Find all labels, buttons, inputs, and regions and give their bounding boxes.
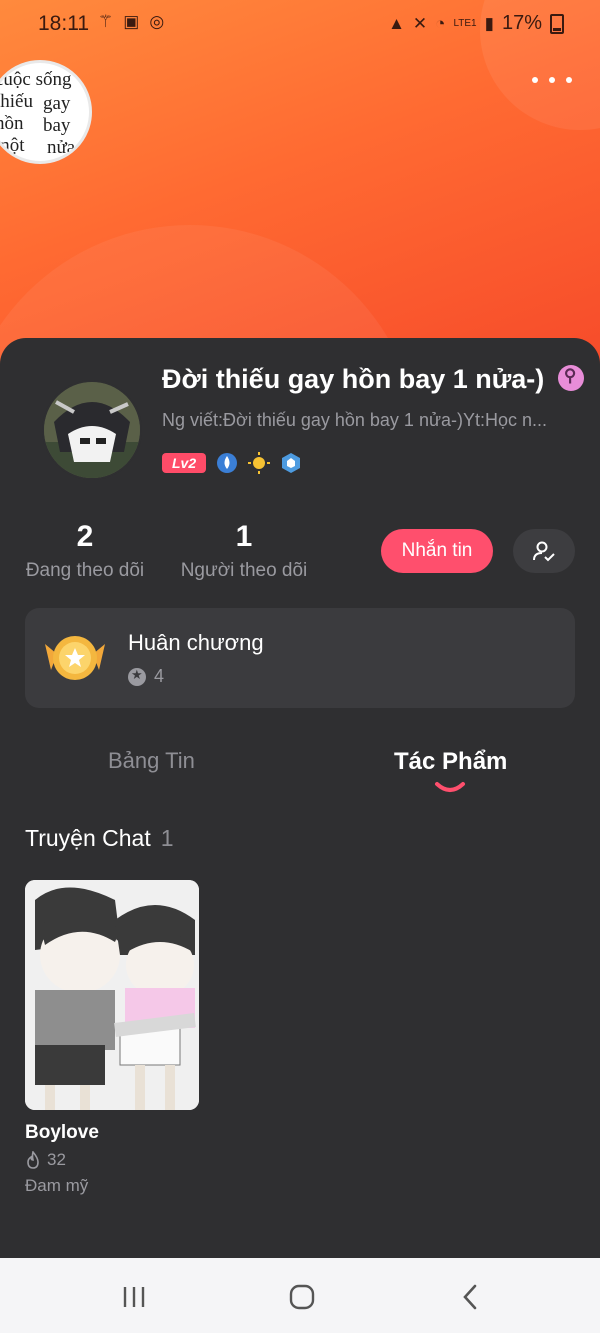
shield-badge-icon[interactable] [280, 452, 302, 474]
recent-apps-icon [123, 1287, 145, 1307]
profile-cover [0, 0, 600, 380]
story-views: 32 [47, 1150, 66, 1169]
story-card[interactable]: Boylove 32 Đam mỹ [25, 880, 199, 1196]
sticker-text: cuộc sống [0, 69, 72, 90]
lock-icon: ▲ [388, 13, 405, 33]
square-app-icon: ▣ [123, 12, 140, 31]
level-badge[interactable]: Lv2 [162, 453, 207, 473]
wifi-icon: ◔ [435, 13, 446, 33]
medals-count: 4 [154, 666, 165, 686]
badge-row: Lv2 [162, 452, 302, 474]
mute-icon: ✕ [412, 13, 428, 33]
following-label: Đang theo dõi [25, 560, 145, 581]
home-icon [289, 1284, 315, 1310]
network-label: LTE1 [453, 18, 477, 29]
message-button[interactable]: Nhắn tin [381, 529, 493, 573]
back-chevron-icon [463, 1284, 477, 1310]
water-drop-badge-icon[interactable] [216, 452, 238, 474]
story-cover-image[interactable] [25, 880, 199, 1110]
sticker-text: bay [43, 115, 71, 136]
medals-title: Huân chương [128, 630, 264, 655]
profile-bio[interactable]: Ng viết:Đời thiếu gay hồn bay 1 nửa-)Yt:… [162, 410, 572, 431]
status-bar: 18:11 ⚚ ▣ ◎ ▲ ✕ ◔ LTE1 ▮ 17% [0, 0, 600, 48]
section-count: 1 [160, 825, 174, 851]
sticker-text: một [0, 135, 25, 156]
section-title: Truyện Chat [25, 825, 151, 851]
magic-wand-icon: ⚚ [98, 12, 114, 31]
story-genre: Đam mỹ [25, 1176, 89, 1195]
followers-label: Người theo dõi [180, 560, 308, 581]
more-options-button[interactable] [532, 68, 572, 92]
flame-icon [27, 1151, 39, 1169]
profile-name-row: Đời thiếu gay hồn bay 1 nửa-) [162, 364, 584, 395]
status-time: 18:11 [38, 12, 89, 35]
following-count: 2 [76, 520, 94, 553]
signal-icon: ▮ [484, 13, 494, 33]
avatar[interactable] [42, 380, 142, 480]
medals-count-row: 4 [128, 666, 164, 687]
tab-works[interactable]: Tác Phẩm [394, 748, 507, 776]
search-badge-icon[interactable] [557, 364, 584, 391]
dot [532, 77, 538, 83]
sticker-text: nửa [47, 137, 76, 158]
story-views-row: 32 [25, 1150, 199, 1170]
back-button[interactable] [450, 1280, 490, 1314]
followers-stat[interactable]: 1 Người theo dõi [180, 520, 308, 582]
user-check-icon [533, 541, 555, 562]
follow-user-button[interactable] [513, 529, 575, 573]
tab-news[interactable]: Bảng Tin [108, 748, 195, 774]
sticker-text: gay [43, 93, 71, 114]
home-button[interactable] [282, 1280, 322, 1314]
sticker-text: hồn [0, 113, 24, 134]
recent-apps-button[interactable] [114, 1280, 154, 1314]
sun-badge-icon[interactable] [248, 452, 271, 474]
battery-percent: 17% [501, 12, 542, 34]
star-icon [128, 667, 146, 686]
story-title: Boylove [25, 1122, 99, 1143]
battery-icon [550, 13, 564, 34]
dot [549, 77, 555, 83]
medals-card[interactable]: Huân chương 4 [25, 608, 575, 708]
profile-name: Đời thiếu gay hồn bay 1 nửa-) [162, 364, 545, 394]
medal-icon [45, 636, 105, 680]
active-tab-indicator [435, 782, 465, 792]
section-header: Truyện Chat 1 [25, 825, 174, 852]
sticker-text: thiếu [0, 91, 33, 112]
messenger-icon: ◎ [149, 12, 165, 31]
system-nav-bar [0, 1258, 600, 1333]
avatar-image [44, 382, 140, 478]
followers-count: 1 [235, 520, 253, 553]
following-stat[interactable]: 2 Đang theo dõi [25, 520, 145, 582]
dot [566, 77, 572, 83]
